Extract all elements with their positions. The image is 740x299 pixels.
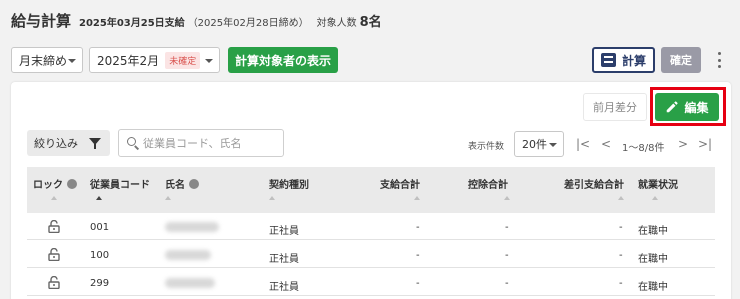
calculate-button[interactable]: 計算 [592, 47, 655, 73]
page-title: 給与計算 [11, 12, 72, 30]
info-icon [189, 178, 199, 189]
last-page-button[interactable]: >| [698, 137, 712, 151]
month-select[interactable]: 2025年2月 未確定 [89, 47, 220, 73]
confirm-button[interactable]: 確定 [661, 47, 701, 73]
edit-button[interactable]: 編集 [655, 93, 719, 121]
sort-icon [269, 196, 275, 200]
search-icon [127, 137, 136, 146]
show-targets-button[interactable]: 計算対象者の表示 [228, 47, 338, 73]
chevron-down-icon [68, 59, 76, 63]
net-total: - [619, 278, 623, 289]
lock-icon[interactable] [48, 220, 60, 233]
contract-type: 正社員 [269, 282, 299, 293]
edit-label: 編集 [684, 100, 709, 115]
deduction-total: - [505, 278, 509, 289]
pay-total: - [416, 222, 420, 233]
employee-name-redacted [165, 222, 219, 232]
funnel-icon [89, 138, 101, 149]
col-name[interactable]: 氏名 [165, 176, 199, 191]
search-placeholder: 従業員コード、氏名 [143, 137, 242, 150]
lock-icon[interactable] [48, 248, 60, 261]
deduction-total: - [505, 222, 509, 233]
per-page-label: 表示件数 [468, 142, 505, 152]
status-badge: 未確定 [165, 51, 201, 69]
sort-icon [51, 196, 57, 200]
pay-date: 2025年03月25日支給 [79, 18, 185, 29]
col-name-label: 氏名 [165, 180, 185, 191]
filter-label: 絞り込み [34, 137, 78, 150]
closing-select-value: 月末締め [19, 53, 68, 68]
kebab-icon[interactable] [716, 52, 722, 68]
target-count-label: 対象人数 [316, 18, 357, 29]
lock-icon[interactable] [48, 276, 60, 289]
search-input[interactable]: 従業員コード、氏名 [118, 129, 284, 157]
employment-status: 在職中 [638, 226, 668, 237]
sort-icon [165, 196, 171, 200]
sort-icon [96, 196, 102, 200]
col-status[interactable]: 就業状況 [638, 176, 678, 191]
first-page-button[interactable]: |< [576, 137, 590, 151]
chevron-down-icon [549, 143, 557, 147]
net-total: - [619, 222, 623, 233]
month-select-value: 2025年2月 [97, 53, 160, 68]
pay-total: - [416, 250, 420, 261]
table-row[interactable] [27, 269, 715, 296]
sort-icon [504, 196, 510, 200]
pencil-icon [667, 101, 679, 113]
closing-select[interactable]: 月末締め [11, 47, 83, 73]
next-page-button[interactable]: > [678, 137, 688, 151]
col-pay-total[interactable]: 支給合計 [380, 176, 420, 191]
net-total: - [619, 250, 623, 261]
col-code[interactable]: 従業員コード [90, 176, 150, 191]
sort-icon [652, 196, 658, 200]
calculate-label: 計算 [621, 53, 646, 68]
target-count: 8名 [359, 15, 382, 30]
col-lock[interactable]: ロック [33, 176, 77, 191]
employee-code: 299 [90, 278, 110, 289]
employment-status: 在職中 [638, 282, 668, 293]
deduction-total: - [505, 250, 509, 261]
table-row[interactable] [27, 241, 715, 268]
table-row[interactable] [27, 213, 715, 240]
employment-status: 在職中 [638, 254, 668, 265]
info-icon [67, 178, 77, 189]
per-page-value: 20件 [522, 138, 547, 151]
sort-icon [618, 196, 624, 200]
contract-type: 正社員 [269, 226, 299, 237]
page-range: 1〜8/8件 [622, 143, 665, 154]
prev-diff-button[interactable]: 前月差分 [583, 93, 647, 121]
employee-name-redacted [165, 278, 215, 288]
employee-name-redacted [165, 250, 211, 260]
employee-code: 001 [90, 222, 110, 233]
per-page-select[interactable]: 20件 [514, 131, 564, 157]
col-deduction-total[interactable]: 控除合計 [468, 176, 508, 191]
employee-code: 100 [90, 250, 110, 261]
contract-type: 正社員 [269, 254, 299, 265]
filter-button[interactable]: 絞り込み [27, 130, 110, 156]
pay-total: - [416, 278, 420, 289]
sort-icon [414, 196, 420, 200]
page-header: 給与計算 2025年03月25日支給 （2025年02月28日締め） 対象人数 … [11, 10, 382, 31]
col-lock-label: ロック [33, 180, 63, 191]
closing-date: （2025年02月28日締め） [187, 18, 309, 29]
col-net-total[interactable]: 差引支給合計 [564, 176, 624, 191]
chevron-down-icon [205, 59, 213, 63]
prev-page-button[interactable]: < [601, 137, 611, 151]
calculator-icon [600, 53, 616, 67]
col-contract[interactable]: 契約種別 [269, 176, 309, 191]
